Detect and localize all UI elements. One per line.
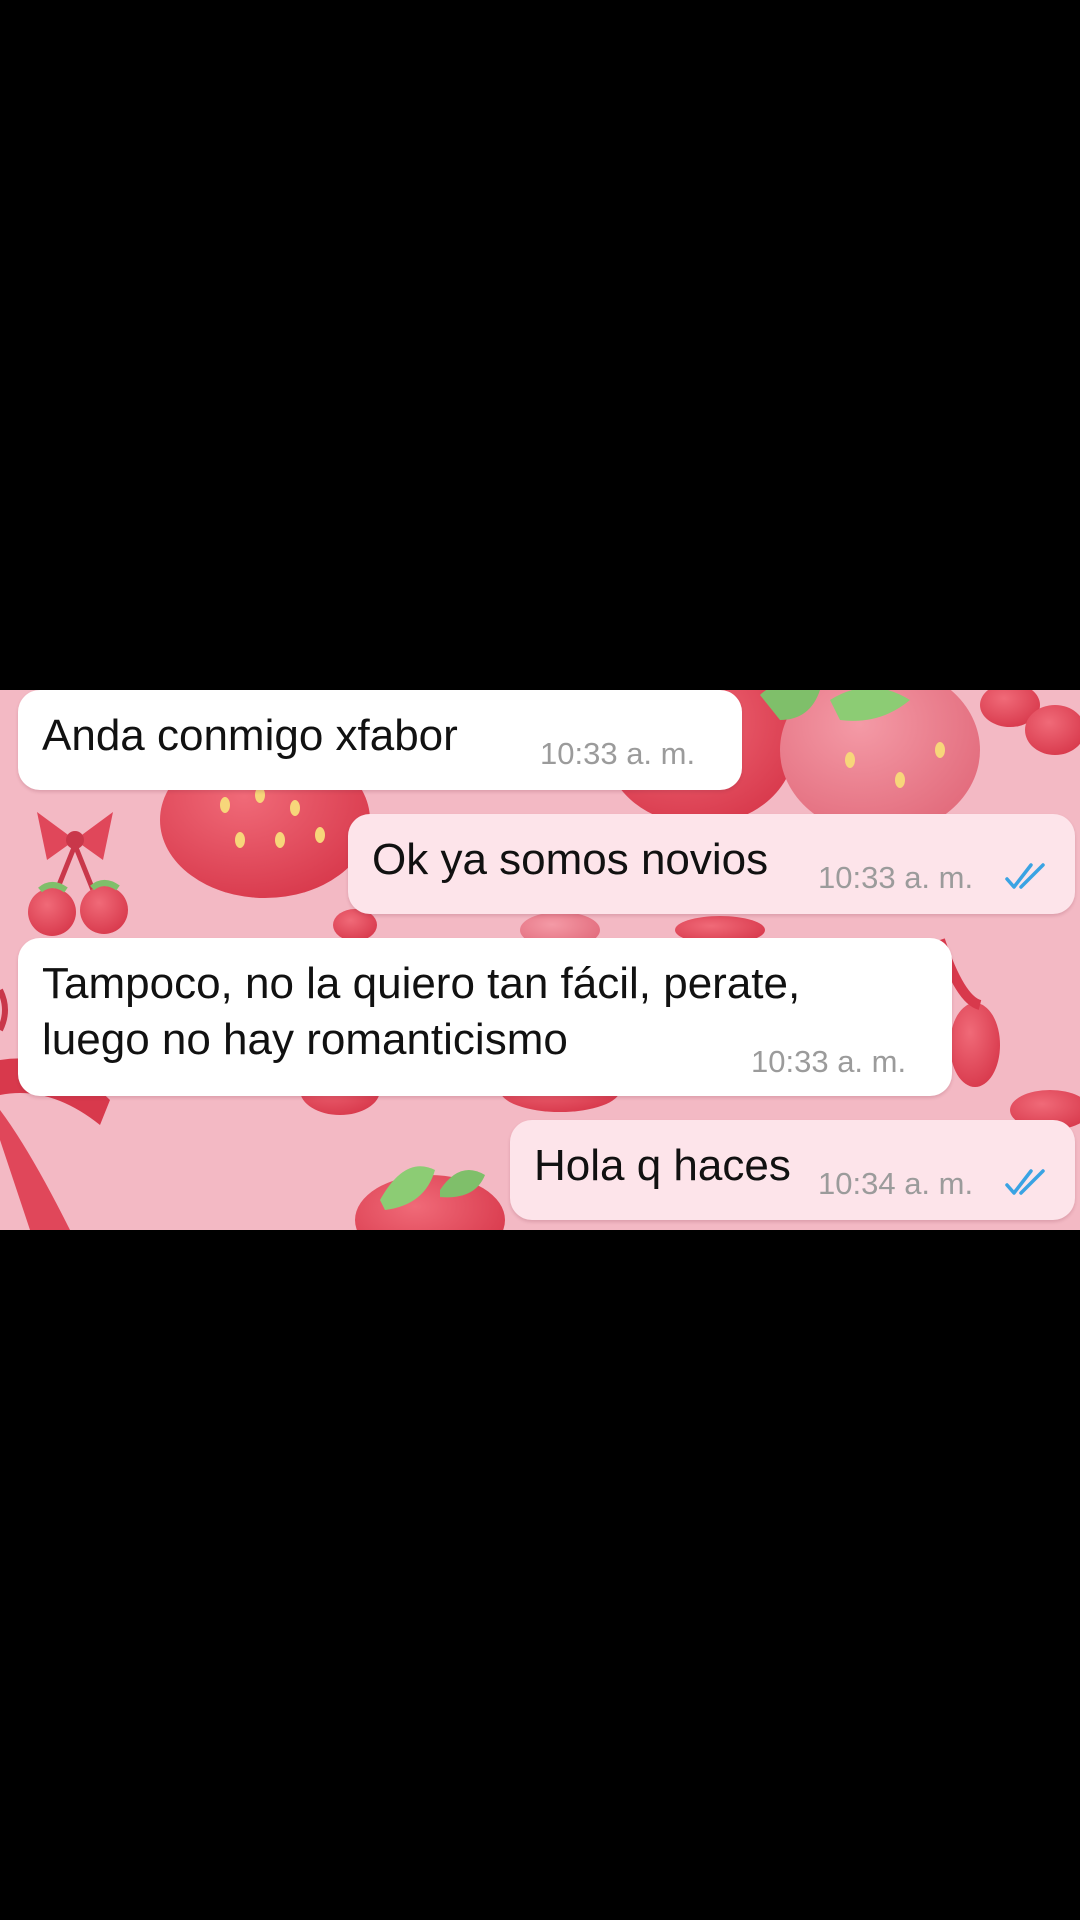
message-text: luego no hay romanticismo bbox=[42, 1015, 568, 1064]
message-time: 10:33 a. m. bbox=[540, 736, 696, 771]
message-text: Anda conmigo xfabor bbox=[42, 711, 458, 760]
message-bubble-incoming[interactable]: Tampoco, no la quiero tan fácil, perate,… bbox=[18, 938, 952, 1096]
message-text: Hola q haces bbox=[534, 1141, 791, 1190]
message-time: 10:33 a. m. bbox=[818, 860, 974, 895]
message-text: Ok ya somos novios bbox=[372, 835, 769, 884]
message-time: 10:34 a. m. bbox=[818, 1166, 974, 1201]
message-text: Tampoco, no la quiero tan fácil, perate, bbox=[42, 959, 801, 1008]
screen: Anda conmigo xfabor 10:33 a. m. Ok ya so… bbox=[0, 0, 1080, 1920]
message-bubble-outgoing[interactable]: Hola q haces 10:34 a. m. bbox=[510, 1120, 1075, 1220]
double-check-read-icon bbox=[1005, 1169, 1045, 1195]
message-bubble-incoming[interactable]: Anda conmigo xfabor 10:33 a. m. bbox=[18, 690, 742, 790]
double-check-read-icon bbox=[1005, 863, 1045, 889]
chat-area[interactable]: Anda conmigo xfabor 10:33 a. m. Ok ya so… bbox=[0, 690, 1080, 1230]
message-time: 10:33 a. m. bbox=[751, 1044, 907, 1079]
message-bubble-outgoing[interactable]: Ok ya somos novios 10:33 a. m. bbox=[348, 814, 1075, 914]
